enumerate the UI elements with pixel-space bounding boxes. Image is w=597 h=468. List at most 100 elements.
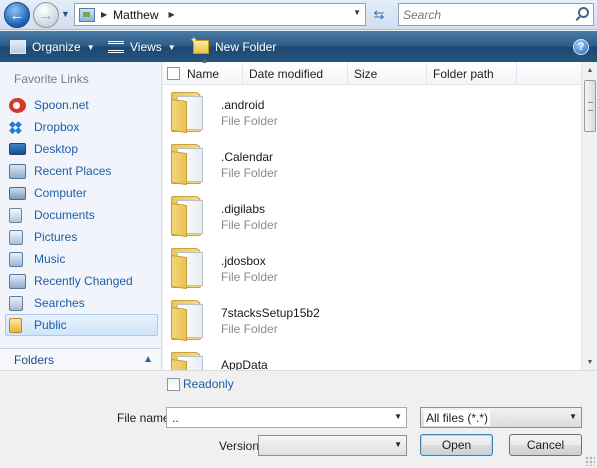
nav-item-dropbox[interactable]: Dropbox xyxy=(5,116,158,138)
organize-button[interactable]: Organize ▼ xyxy=(10,38,95,56)
scroll-up-arrow-icon[interactable]: ▲ xyxy=(582,62,597,78)
nav-item-computer[interactable]: Computer xyxy=(5,182,158,204)
nav-item-label: Spoon.net xyxy=(34,98,89,112)
readonly-checkbox[interactable]: Readonly xyxy=(167,377,234,391)
list-item[interactable]: .android File Folder xyxy=(163,85,581,137)
version-label: Version xyxy=(219,439,260,453)
search-input[interactable] xyxy=(399,4,569,25)
dropbox-icon xyxy=(9,119,26,136)
vertical-scrollbar[interactable]: ▲ ▼ xyxy=(581,62,597,370)
nav-item-desktop[interactable]: Desktop xyxy=(5,138,158,160)
readonly-label: Readonly xyxy=(183,377,234,391)
nav-item-label: Recent Places xyxy=(34,164,112,178)
folders-toggle[interactable]: Folders ▲ xyxy=(0,348,161,370)
chevron-down-icon: ▼ xyxy=(86,42,95,52)
version-select[interactable]: ▼ xyxy=(258,435,407,456)
cancel-button[interactable]: Cancel xyxy=(509,434,582,456)
nav-item-label: Public xyxy=(34,318,67,332)
address-dropdown-icon[interactable]: ▼ xyxy=(353,8,361,17)
folder-icon xyxy=(171,90,207,134)
column-name-label: Name xyxy=(187,66,220,81)
scrollbar-thumb[interactable] xyxy=(584,80,596,132)
nav-item-music[interactable]: Music xyxy=(5,248,158,270)
breadcrumb-separator-icon[interactable]: ▶ xyxy=(169,10,175,19)
file-name-input[interactable] xyxy=(167,410,387,425)
views-button[interactable]: Views ▼ xyxy=(108,38,176,56)
refresh-button[interactable]: ⇆ xyxy=(368,4,390,26)
column-header-name[interactable]: ▲ Name xyxy=(163,58,243,85)
nav-item-documents[interactable]: Documents xyxy=(5,204,158,226)
recent-pages-dropdown[interactable]: ▼ xyxy=(61,9,71,21)
new-folder-button[interactable]: New Folder xyxy=(190,35,276,56)
list-item[interactable]: .jdosbox File Folder xyxy=(163,241,581,293)
chevron-down-icon: ▼ xyxy=(61,9,70,19)
breadcrumb-separator-icon[interactable]: ▶ xyxy=(101,10,107,19)
nav-item-label: Music xyxy=(34,252,66,266)
column-header-size[interactable]: Size xyxy=(348,62,427,85)
views-label: Views xyxy=(130,40,162,54)
search-icon[interactable] xyxy=(576,7,589,21)
open-button[interactable]: Open xyxy=(420,434,493,456)
nav-item-label: Dropbox xyxy=(34,120,80,134)
file-type: File Folder xyxy=(221,270,278,284)
list-item[interactable]: .Calendar File Folder xyxy=(163,137,581,189)
file-type-filter-select[interactable]: All files (*.*) ▼ xyxy=(420,407,582,428)
list-item[interactable]: AppData xyxy=(163,345,581,370)
dialog-footer: Readonly File name: ▼ All files (*.*) ▼ … xyxy=(0,370,597,468)
nav-item-recently-changed[interactable]: Recently Changed xyxy=(5,270,158,292)
pictures-icon xyxy=(9,229,23,245)
chevron-down-icon: ▼ xyxy=(569,412,577,421)
column-header-date-modified[interactable]: Date modified xyxy=(243,62,348,85)
nav-item-public[interactable]: Public xyxy=(5,314,158,336)
nav-item-pictures[interactable]: Pictures xyxy=(5,226,158,248)
chevron-down-icon: ▼ xyxy=(167,42,176,52)
column-date-label: Date modified xyxy=(249,66,324,81)
forward-button[interactable]: → xyxy=(33,2,59,28)
resize-grip-icon[interactable] xyxy=(585,456,595,466)
scroll-down-arrow-icon[interactable]: ▼ xyxy=(582,354,597,370)
recently-changed-icon xyxy=(9,273,26,289)
breadcrumb-matthew[interactable]: Matthew xyxy=(113,8,158,22)
music-icon xyxy=(9,251,23,267)
navigation-pane: Favorite Links Spoon.net Dropbox Desktop… xyxy=(0,62,162,370)
refresh-icon: ⇆ xyxy=(373,7,385,22)
checkbox-box[interactable] xyxy=(167,377,180,391)
chevron-down-icon: ▼ xyxy=(394,440,402,449)
select-all-checkbox[interactable] xyxy=(167,67,180,80)
computer-icon xyxy=(9,186,26,200)
file-name-label: File name: xyxy=(117,411,174,425)
column-size-label: Size xyxy=(354,66,378,81)
list-item[interactable]: 7stacksSetup15b2 File Folder xyxy=(163,293,581,345)
file-name: 7stacksSetup15b2 xyxy=(221,306,320,320)
nav-item-label: Computer xyxy=(34,186,87,200)
views-icon xyxy=(108,41,124,53)
favorite-links-heading: Favorite Links xyxy=(14,72,89,86)
searches-icon xyxy=(9,295,23,311)
file-type: File Folder xyxy=(221,114,278,128)
desktop-icon xyxy=(9,143,26,155)
column-path-label: Folder path xyxy=(433,66,494,81)
back-button[interactable]: ← xyxy=(4,2,30,28)
list-item[interactable]: .digilabs File Folder xyxy=(163,189,581,241)
nav-item-searches[interactable]: Searches xyxy=(5,292,158,314)
back-arrow-icon: ← xyxy=(9,6,25,24)
organize-label: Organize xyxy=(32,40,81,54)
nav-item-label: Desktop xyxy=(34,142,79,156)
folder-icon xyxy=(171,194,207,238)
nav-item-spoon-net[interactable]: Spoon.net xyxy=(5,94,158,116)
help-button[interactable]: ? xyxy=(573,39,589,55)
documents-icon xyxy=(9,207,22,223)
address-bar: ← → ▼ ▶ Matthew ▶ ▼ ⇆ xyxy=(0,0,597,30)
chevron-up-icon: ▲ xyxy=(143,354,153,365)
address-path-box[interactable]: ▶ Matthew ▶ ▼ xyxy=(74,3,366,26)
file-name: .jdosbox xyxy=(221,254,266,268)
spoon-icon xyxy=(9,97,26,113)
column-header-folder-path[interactable]: Folder path xyxy=(427,62,517,85)
recent-places-icon xyxy=(9,163,26,179)
chevron-down-icon[interactable]: ▼ xyxy=(394,412,402,421)
nav-item-recent-places[interactable]: Recent Places xyxy=(5,160,158,182)
file-name: AppData xyxy=(221,358,268,370)
user-folder-icon xyxy=(79,7,95,22)
nav-item-label: Recently Changed xyxy=(34,274,133,288)
help-icon: ? xyxy=(577,41,585,53)
